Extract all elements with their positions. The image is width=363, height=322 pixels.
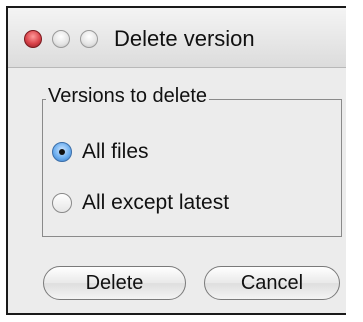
delete-button[interactable]: Delete (43, 266, 186, 300)
radio-option-all-except-latest[interactable]: All except latest (52, 191, 229, 215)
radio-unselected-icon[interactable] (52, 193, 72, 213)
radio-option-all-files[interactable]: All files (52, 140, 149, 164)
minimize-window-icon[interactable] (52, 30, 70, 48)
versions-group-label: Versions to delete (46, 85, 209, 108)
delete-version-dialog: Delete version Versions to delete All fi… (6, 6, 346, 315)
radio-selected-icon[interactable] (52, 142, 72, 162)
title-bar: Delete version (8, 8, 346, 68)
window-title: Delete version (114, 26, 255, 51)
zoom-window-icon[interactable] (80, 30, 98, 48)
versions-group-box (42, 99, 342, 237)
radio-label-all-except-latest: All except latest (82, 191, 230, 214)
close-window-icon[interactable] (24, 30, 42, 48)
cancel-button[interactable]: Cancel (204, 266, 340, 300)
radio-label-all-files: All files (82, 140, 149, 163)
